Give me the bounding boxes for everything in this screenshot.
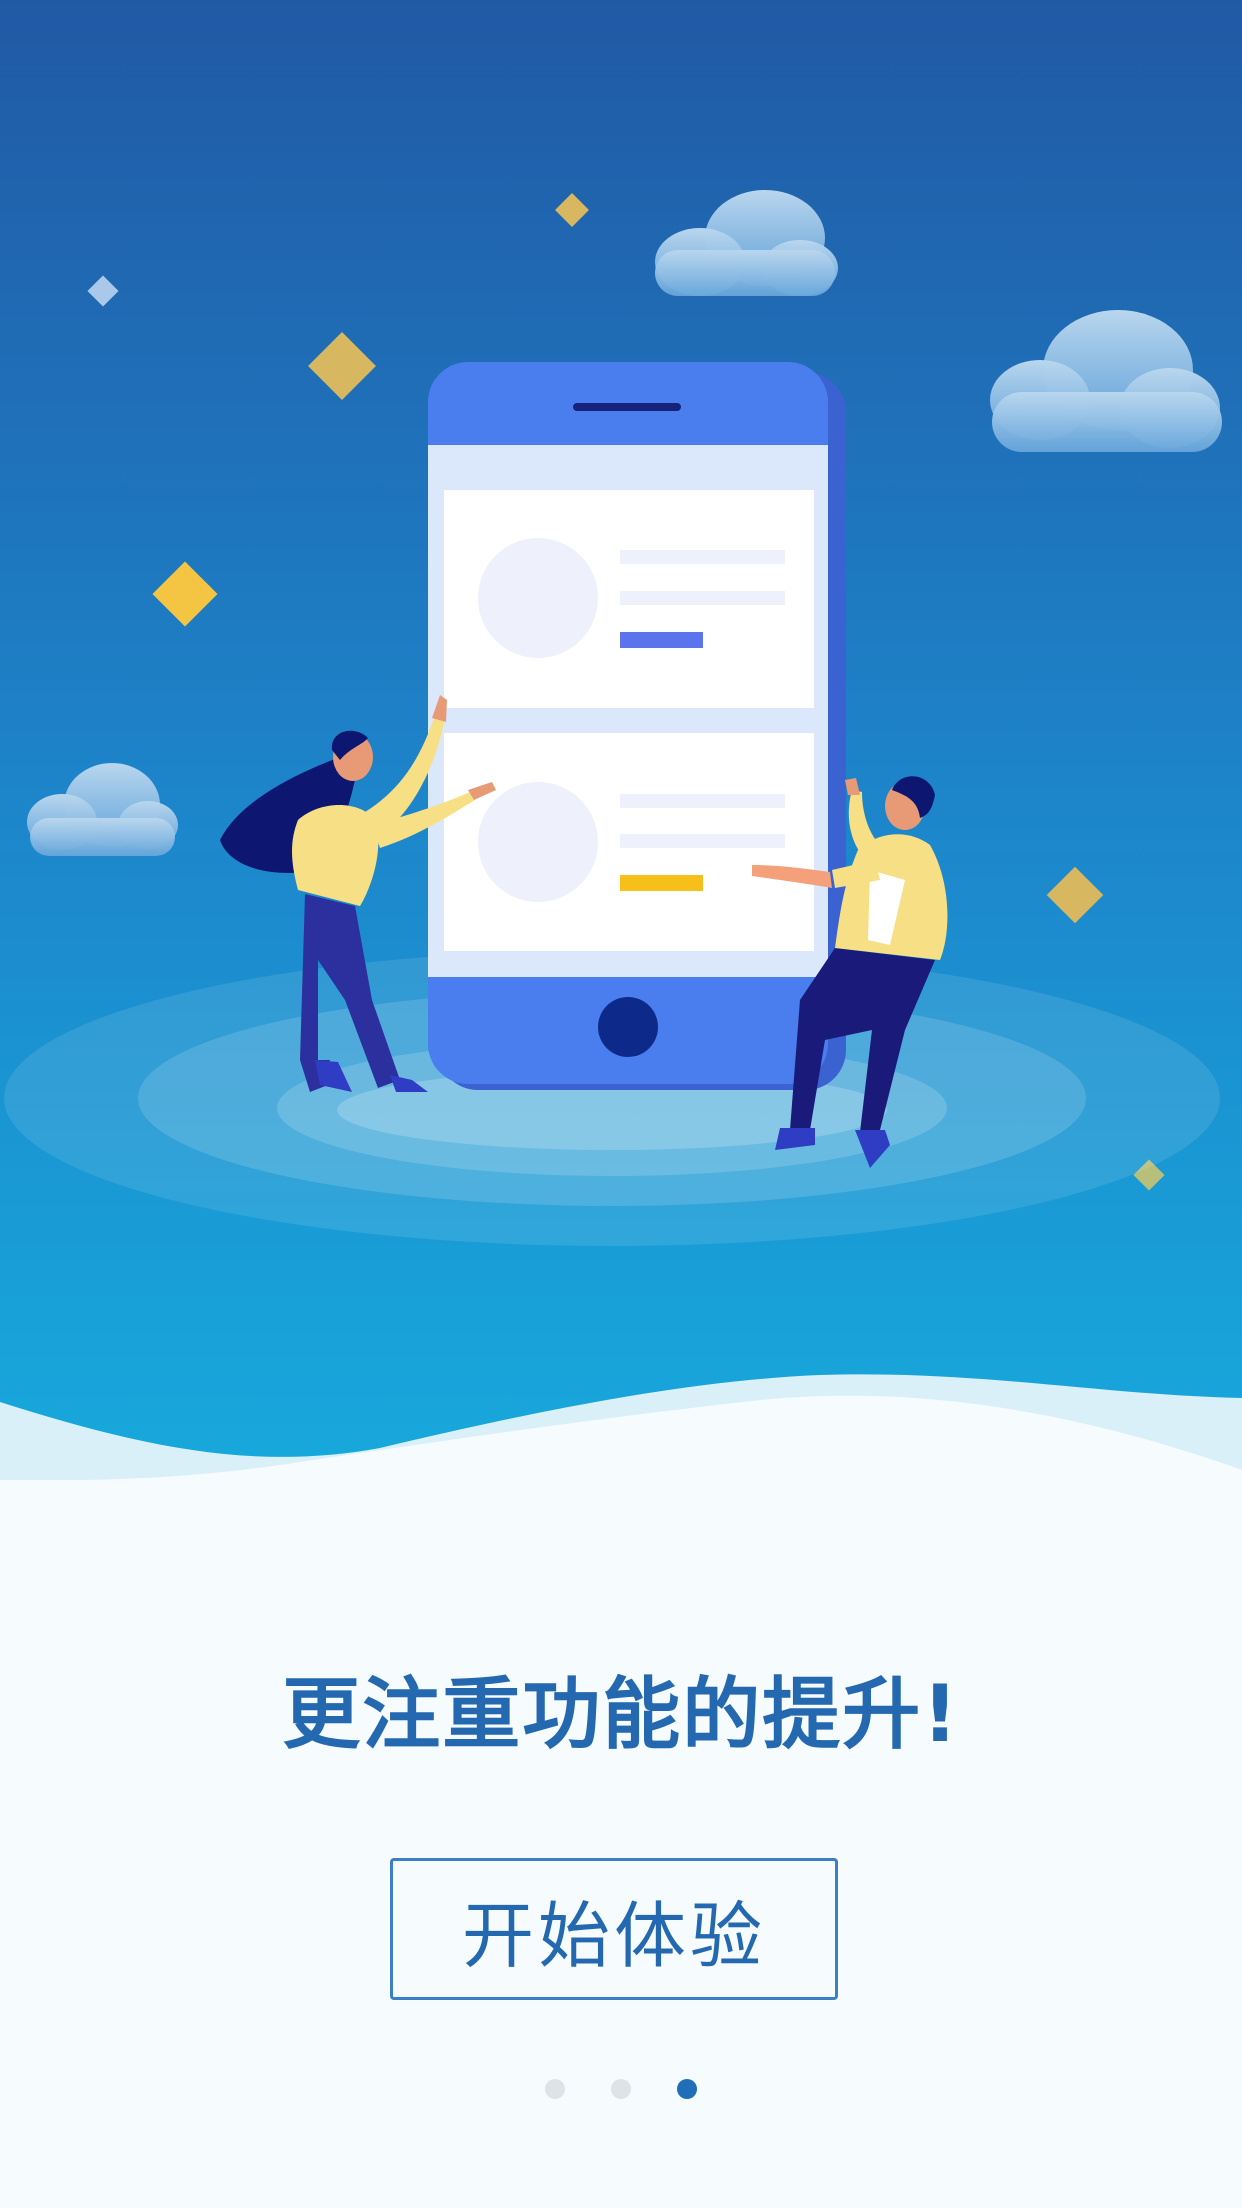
hero-illustration [0,0,1242,1480]
page-headline: 更注重功能的提升! [282,1670,960,1760]
page-dot-2[interactable] [611,2079,631,2099]
start-experience-button[interactable]: 开始体验 [390,1858,838,2000]
page-dot-1[interactable] [545,2079,565,2099]
page-indicator [0,2079,1242,2101]
page-dot-3-active[interactable] [677,2079,697,2099]
phone-illustration [428,362,846,1090]
